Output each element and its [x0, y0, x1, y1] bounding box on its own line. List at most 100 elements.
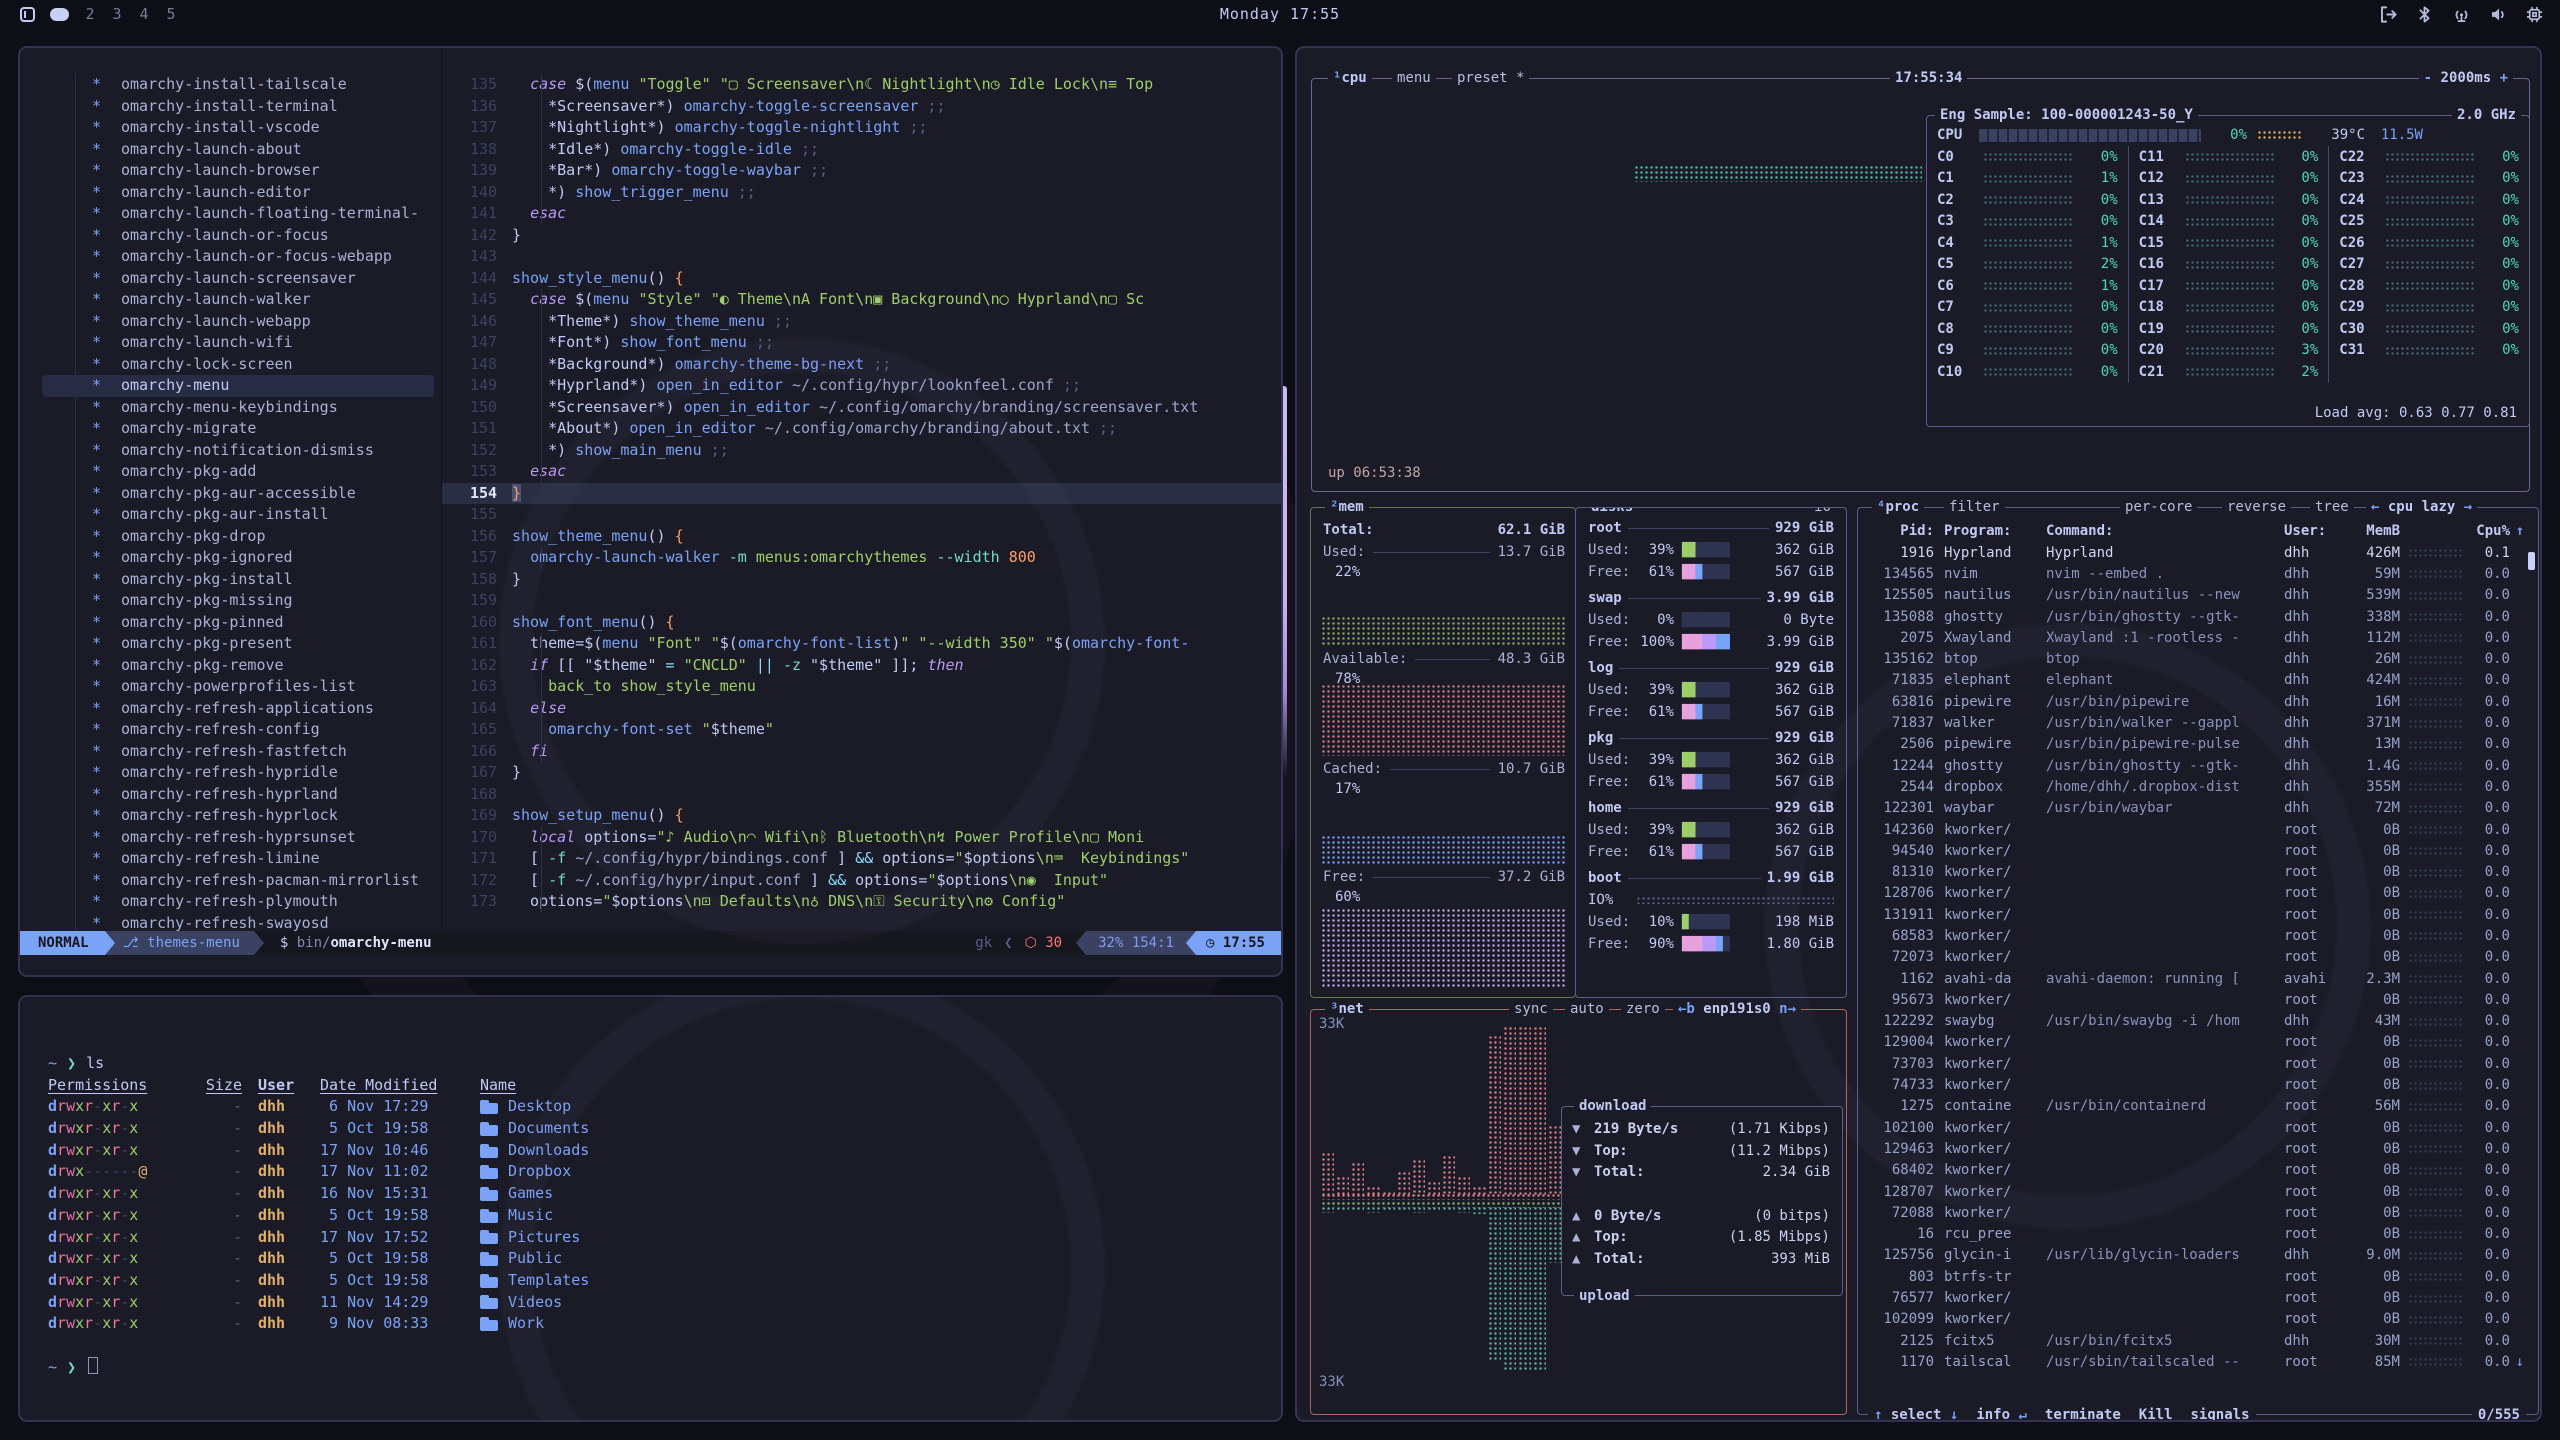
process-row[interactable]: 2125 fcitx5 /usr/bin/fcitx5 dhh 30M 0.0: [1858, 1330, 2538, 1351]
per-core-button[interactable]: per-core: [2120, 499, 2197, 515]
process-row[interactable]: 2544 dropbox /home/dhh/.dropbox-dist dhh…: [1858, 776, 2538, 797]
file-list-item[interactable]: *omarchy-refresh-hyprlock: [42, 805, 434, 827]
entry-name[interactable]: Videos: [466, 1292, 562, 1314]
file-list-item[interactable]: *omarchy-launch-screensaver: [42, 268, 434, 290]
process-row[interactable]: 1275 containe /usr/bin/containerd root 5…: [1858, 1096, 2538, 1117]
process-row[interactable]: 134565 nvim nvim --embed . dhh 59M 0.0: [1858, 563, 2538, 584]
file-list-item[interactable]: *omarchy-launch-editor: [42, 182, 434, 204]
process-row[interactable]: 803 btrfs-tr root 0B 0.0: [1858, 1266, 2538, 1287]
sync-button[interactable]: sync: [1509, 1001, 1553, 1017]
terminal-window[interactable]: ~❯ls Permissions Size User Date Modified…: [18, 995, 1283, 1422]
process-row[interactable]: 2506 pipewire /usr/bin/pipewire-pulse dh…: [1858, 734, 2538, 755]
process-row[interactable]: 68583 kworker/ root 0B 0.0: [1858, 925, 2538, 946]
preset-button[interactable]: preset *: [1452, 70, 1529, 86]
file-list-item[interactable]: *omarchy-refresh-config: [42, 719, 434, 741]
file-list-item[interactable]: *omarchy-launch-or-focus-webapp: [42, 246, 434, 268]
process-row[interactable]: 1916 Hyprland Hyprland dhh 426M 0.1: [1858, 542, 2538, 563]
select-control[interactable]: ↑ select ↓: [1874, 1407, 1958, 1422]
terminal-prompt[interactable]: ~❯: [48, 1357, 1281, 1379]
file-list-item[interactable]: *omarchy-powerprofiles-list: [42, 676, 434, 698]
process-row[interactable]: 81310 kworker/ root 0B 0.0: [1858, 861, 2538, 882]
file-list-item[interactable]: *omarchy-pkg-add: [42, 461, 434, 483]
file-list-item[interactable]: *omarchy-pkg-present: [42, 633, 434, 655]
network-hotspot-icon[interactable]: [2451, 5, 2472, 24]
process-row[interactable]: 63816 pipewire /usr/bin/pipewire dhh 16M…: [1858, 691, 2538, 712]
info-control[interactable]: info ↵: [1976, 1407, 2027, 1422]
process-row[interactable]: 71837 walker /usr/bin/walker --gappl dhh…: [1858, 712, 2538, 733]
process-row[interactable]: 12244 ghostty /usr/bin/ghostty --gtk- dh…: [1858, 755, 2538, 776]
entry-name[interactable]: Dropbox: [466, 1161, 571, 1183]
file-list-item[interactable]: *omarchy-launch-webapp: [42, 311, 434, 333]
file-list-item[interactable]: *omarchy-refresh-swayosd: [42, 913, 434, 932]
file-list-item[interactable]: *omarchy-refresh-hyprsunset: [42, 827, 434, 849]
file-list-item[interactable]: *omarchy-launch-about: [42, 139, 434, 161]
file-list-item[interactable]: *omarchy-migrate: [42, 418, 434, 440]
entry-name[interactable]: Documents: [466, 1118, 589, 1140]
process-row[interactable]: 125756 glycin-i /usr/lib/glycin-loaders …: [1858, 1245, 2538, 1266]
net-box-title[interactable]: ³net: [1325, 1001, 1369, 1017]
process-row[interactable]: 72073 kworker/ root 0B 0.0: [1858, 947, 2538, 968]
file-list-item[interactable]: *omarchy-pkg-missing: [42, 590, 434, 612]
reverse-button[interactable]: reverse: [2222, 499, 2291, 515]
filter-button[interactable]: filter: [1944, 499, 2005, 515]
process-row[interactable]: 2075 Xwayland Xwayland :1 -rootless - dh…: [1858, 627, 2538, 648]
process-row[interactable]: 129004 kworker/ root 0B 0.0: [1858, 1032, 2538, 1053]
entry-name[interactable]: Games: [466, 1183, 553, 1205]
process-row[interactable]: 122301 waybar /usr/bin/waybar dhh 72M 0.…: [1858, 798, 2538, 819]
process-row[interactable]: 94540 kworker/ root 0B 0.0: [1858, 840, 2538, 861]
file-list-item[interactable]: *omarchy-pkg-drop: [42, 526, 434, 548]
sort-selector[interactable]: ← cpu lazy →: [2366, 499, 2477, 515]
file-list-item[interactable]: *omarchy-refresh-limine: [42, 848, 434, 870]
code-pane[interactable]: 135 case $(menu "Toggle" "▢ Screensaver\…: [441, 48, 1281, 931]
entry-name[interactable]: Work: [466, 1313, 544, 1335]
process-row[interactable]: 72088 kworker/ root 0B 0.0: [1858, 1202, 2538, 1223]
process-row[interactable]: 131911 kworker/ root 0B 0.0: [1858, 904, 2538, 925]
io-mode-button[interactable]: io: [1809, 507, 1836, 515]
kill-control[interactable]: Kill: [2139, 1407, 2173, 1422]
process-row[interactable]: 135088 ghostty /usr/bin/ghostty --gtk- d…: [1858, 606, 2538, 627]
volume-icon[interactable]: [2489, 5, 2508, 24]
file-list-item[interactable]: *omarchy-notification-dismiss: [42, 440, 434, 462]
file-list-item[interactable]: *omarchy-install-terminal: [42, 96, 434, 118]
file-list-item[interactable]: *omarchy-install-vscode: [42, 117, 434, 139]
file-list-item[interactable]: *omarchy-launch-wifi: [42, 332, 434, 354]
proc-box-title[interactable]: ⁴proc: [1872, 499, 1924, 515]
file-list-item[interactable]: *omarchy-lock-screen: [42, 354, 434, 376]
entry-name[interactable]: Music: [466, 1205, 553, 1227]
process-row[interactable]: 76577 kworker/ root 0B 0.0: [1858, 1287, 2538, 1308]
file-list-item[interactable]: *omarchy-menu: [42, 375, 434, 397]
process-row[interactable]: 1170 tailscal /usr/sbin/tailscaled -- ro…: [1858, 1351, 2538, 1372]
bluetooth-icon[interactable]: [2415, 5, 2434, 24]
process-row[interactable]: 102100 kworker/ root 0B 0.0: [1858, 1117, 2538, 1138]
auto-button[interactable]: auto: [1565, 1001, 1609, 1017]
entry-name[interactable]: Public: [466, 1248, 562, 1270]
file-list-item[interactable]: *omarchy-pkg-remove: [42, 655, 434, 677]
file-list-item[interactable]: *omarchy-pkg-install: [42, 569, 434, 591]
signals-control[interactable]: signals: [2191, 1407, 2250, 1422]
disks-box-title[interactable]: disks: [1586, 507, 1638, 515]
process-row[interactable]: 142360 kworker/ root 0B 0.0: [1858, 819, 2538, 840]
menu-button[interactable]: menu: [1392, 70, 1436, 86]
zero-button[interactable]: zero: [1621, 1001, 1665, 1017]
tree-button[interactable]: tree: [2310, 499, 2354, 515]
cpu-chip-icon[interactable]: [2525, 5, 2544, 24]
entry-name[interactable]: Templates: [466, 1270, 589, 1292]
file-list-item[interactable]: *omarchy-launch-floating-terminal-: [42, 203, 434, 225]
file-list-item[interactable]: *omarchy-refresh-pacman-mirrorlist: [42, 870, 434, 892]
proc-scrollbar-thumb[interactable]: [2528, 552, 2535, 570]
entry-name[interactable]: Desktop: [466, 1096, 571, 1118]
entry-name[interactable]: Pictures: [466, 1227, 580, 1249]
process-row[interactable]: 125505 nautilus /usr/bin/nautilus --new …: [1858, 585, 2538, 606]
process-row[interactable]: 129463 kworker/ root 0B 0.0: [1858, 1138, 2538, 1159]
file-list-item[interactable]: *omarchy-launch-or-focus: [42, 225, 434, 247]
proc-column-headers[interactable]: Pid: Program: Command: User: MemB Cpu% ↑: [1858, 520, 2538, 542]
process-row[interactable]: 1162 avahi-da avahi-daemon: running [ av…: [1858, 968, 2538, 989]
file-list-item[interactable]: *omarchy-launch-walker: [42, 289, 434, 311]
file-list-item[interactable]: *omarchy-launch-browser: [42, 160, 434, 182]
mem-box-title[interactable]: ²mem: [1325, 499, 1369, 515]
file-list-item[interactable]: *omarchy-pkg-aur-install: [42, 504, 434, 526]
process-row[interactable]: 16 rcu_pree root 0B 0.0: [1858, 1224, 2538, 1245]
process-row[interactable]: 73703 kworker/ root 0B 0.0: [1858, 1053, 2538, 1074]
refresh-rate-control[interactable]: - 2000ms +: [2419, 70, 2513, 86]
logout-icon[interactable]: [2379, 5, 2398, 24]
